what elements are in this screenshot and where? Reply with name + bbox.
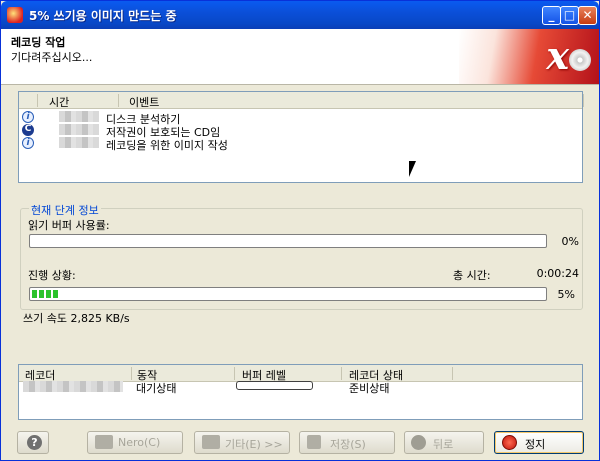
redacted-time [59, 124, 99, 135]
info-icon: i [22, 137, 34, 149]
back-arrow-icon [411, 435, 426, 450]
stop-icon [502, 435, 517, 450]
column-time[interactable]: 시간 [49, 94, 69, 110]
recorder-status: 준비상태 [349, 382, 390, 395]
buffer-value: 0% [561, 235, 579, 248]
header-subtitle: 기다려주십시오... [11, 51, 93, 64]
more-button-label: 기타(E) >> [225, 438, 283, 451]
buffer-progress-bar [29, 234, 547, 248]
save-disk-icon [307, 435, 321, 449]
back-button-label: 뒤로 [433, 438, 454, 451]
main-progress-fill [32, 290, 58, 298]
progress-label: 진행 상황: [28, 269, 76, 282]
minimize-button[interactable]: _ [542, 6, 561, 25]
list-item[interactable]: C 저작권이 보호되는 CD임 [19, 124, 582, 139]
total-time-value: 0:00:24 [536, 267, 579, 280]
list-item[interactable]: i 디스크 분석하기 [19, 111, 582, 126]
copyright-icon: C [22, 124, 34, 136]
recorder-buffer-bar [236, 381, 313, 390]
logo-x-mark: x [546, 33, 569, 78]
nero-express-icon [95, 435, 113, 449]
header-title: 레코딩 작업 [11, 36, 66, 49]
save-button[interactable]: 저장(S) [299, 431, 395, 454]
nero-app-icon [7, 7, 23, 23]
redacted-time [59, 111, 99, 122]
more-options-icon [202, 435, 220, 449]
progress-value: 5% [557, 288, 575, 301]
recorder-action: 대기상태 [136, 382, 177, 395]
info-icon: i [22, 111, 34, 123]
dialog-header: 레코딩 작업 기다려주십시오... x [1, 29, 599, 85]
event-log-panel[interactable]: 시간 이벤트 i 디스크 분석하기 C 저작권이 보호되는 CD임 i 레코딩을… [18, 91, 584, 183]
list-item[interactable]: i 레코딩을 위한 이미지 작성 [19, 137, 582, 152]
recorder-table[interactable]: 레코더 동작 버퍼 레벨 레코더 상태 대기상태 준비상태 [18, 364, 583, 420]
close-button[interactable]: ✕ [578, 6, 597, 25]
column-event[interactable]: 이벤트 [129, 94, 159, 110]
stop-button-label: 정지 [525, 438, 546, 451]
disc-icon [569, 49, 591, 71]
more-button[interactable]: 기타(E) >> [194, 431, 290, 454]
maximize-button[interactable]: □ [560, 6, 579, 25]
nero-logo-icon: x [459, 29, 599, 84]
back-button[interactable]: 뒤로 [404, 431, 484, 454]
nero-button[interactable]: Nero(C) [87, 431, 183, 454]
main-progress-bar [29, 287, 547, 301]
stop-button[interactable]: 정지 [494, 431, 584, 454]
title-bar[interactable]: 5% 쓰기용 이미지 만드는 중 _ □ ✕ [1, 1, 599, 29]
event-log-header: 시간 이벤트 [19, 92, 584, 110]
window-title: 5% 쓰기용 이미지 만드는 중 [29, 9, 177, 23]
event-text: 레코딩을 위한 이미지 작성 [106, 139, 228, 152]
write-speed: 쓰기 속도 2,825 KB/s [23, 312, 130, 325]
total-time-label: 총 시간: [453, 269, 491, 282]
mouse-cursor-icon [409, 161, 416, 177]
redacted-recorder-name [23, 381, 123, 392]
stage-info-label: 현재 단계 정보 [29, 202, 101, 218]
help-icon: ? [27, 435, 42, 450]
help-button[interactable]: ? [17, 431, 49, 454]
nero-button-label: Nero(C) [118, 436, 161, 449]
buffer-label: 읽기 버퍼 사용률: [28, 219, 110, 232]
burning-dialog: 5% 쓰기용 이미지 만드는 중 _ □ ✕ 레코딩 작업 기다려주십시오...… [0, 0, 600, 461]
save-button-label: 저장(S) [330, 438, 366, 451]
redacted-time [59, 137, 99, 148]
